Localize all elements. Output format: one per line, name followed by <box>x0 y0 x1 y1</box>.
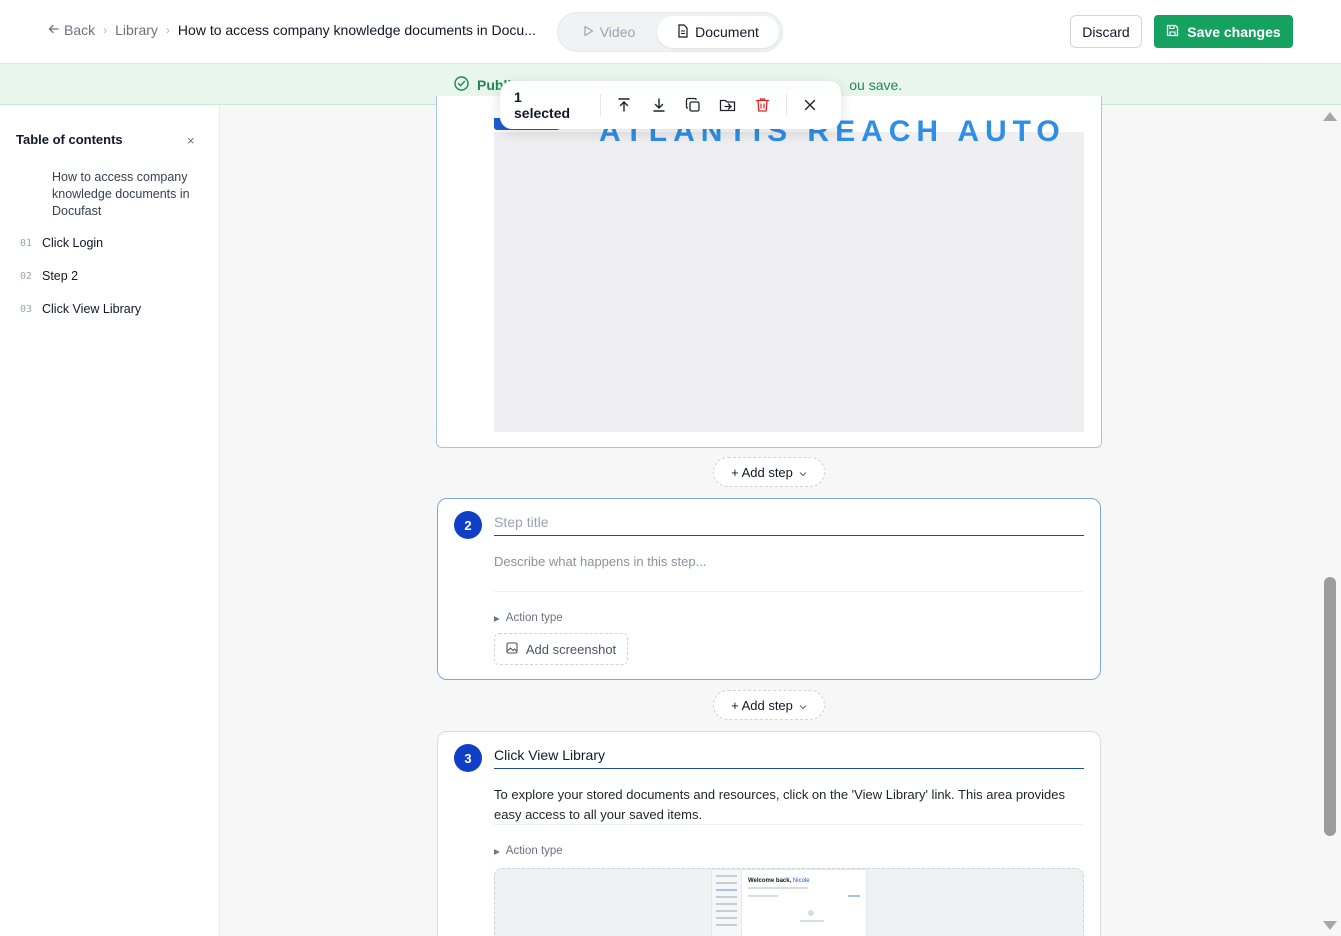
step-number-badge: 3 <box>454 744 482 772</box>
toc-item-label: Click Login <box>42 236 104 250</box>
toc-item-number: 02 <box>20 270 33 282</box>
thumbnail-line <box>848 895 860 897</box>
toc-close-button[interactable]: × <box>187 133 195 148</box>
step-description-input[interactable]: Describe what happens in this step... <box>494 552 1084 592</box>
discard-button[interactable]: Discard <box>1070 15 1142 48</box>
add-step-label: + Add step <box>731 464 793 480</box>
toc-item-1[interactable]: 01 Click Login <box>20 236 103 250</box>
thumbnail-line <box>748 895 778 897</box>
duplicate-icon[interactable] <box>679 90 707 120</box>
tab-document-label: Document <box>695 24 759 40</box>
back-link[interactable]: Back <box>48 22 95 38</box>
toc-item-3[interactable]: 03 Click View Library <box>20 302 141 316</box>
thumbnail-dot <box>808 910 814 916</box>
top-bar: Back › Library › How to access company k… <box>0 0 1341 64</box>
delete-icon[interactable] <box>748 90 776 120</box>
add-screenshot-label: Add screenshot <box>525 641 617 657</box>
tab-video-label: Video <box>599 24 636 40</box>
thumbnail-line <box>800 920 824 922</box>
view-toggle: Video Document <box>557 12 783 52</box>
caret-right-icon: ▸ <box>494 613 500 625</box>
document-icon <box>677 23 689 41</box>
scroll-up-icon[interactable] <box>1323 112 1337 121</box>
toc-item-2[interactable]: 02 Step 2 <box>20 269 78 283</box>
step-1-screenshot[interactable]: ATLANTIS REACH AUTO <box>494 96 1084 432</box>
play-icon <box>583 24 594 40</box>
toc-item-number: 03 <box>20 303 33 315</box>
step-title-input[interactable]: Step title <box>494 510 1084 536</box>
step-number-badge: 2 <box>454 511 482 539</box>
arrow-left-icon <box>48 22 60 38</box>
step-3-card[interactable]: 3 Click View Library To explore your sto… <box>437 731 1101 936</box>
scrollbar[interactable] <box>1320 105 1341 936</box>
selection-toolbar: 1 selected <box>500 81 841 129</box>
scrollbar-thumb[interactable] <box>1324 577 1336 836</box>
add-step-button[interactable]: + Add step <box>713 457 825 487</box>
step-2-card[interactable]: 2 Step title Describe what happens in th… <box>437 498 1101 680</box>
step-description-input[interactable]: To explore your stored documents and res… <box>494 785 1084 825</box>
chevron-down-icon <box>799 465 807 480</box>
check-circle-icon <box>454 76 469 94</box>
add-screenshot-button[interactable]: Add screenshot <box>494 633 628 665</box>
scroll-down-icon[interactable] <box>1323 921 1337 930</box>
action-type-toggle[interactable]: ▸ Action type <box>494 844 563 858</box>
step-title-input[interactable]: Click View Library <box>494 743 1084 769</box>
thumbnail-sidebar <box>712 870 742 936</box>
image-icon <box>506 641 518 657</box>
breadcrumb: Back › Library › How to access company k… <box>48 22 536 38</box>
selection-count: 1 selected <box>514 89 571 121</box>
step-1-card[interactable]: ATLANTIS REACH AUTO <box>436 96 1102 448</box>
toc-item-label: Step 2 <box>42 269 79 283</box>
add-step-label: + Add step <box>731 697 793 713</box>
toc-item-label: Click View Library <box>42 302 142 316</box>
toc-document-title[interactable]: How to access company knowledge document… <box>52 169 202 220</box>
chevron-down-icon <box>799 698 807 713</box>
action-type-label: Action type <box>505 612 563 624</box>
chevron-right-icon: › <box>165 23 170 37</box>
close-icon[interactable] <box>796 90 824 120</box>
toolbar-divider <box>785 94 787 116</box>
toc-title: Table of contents <box>16 132 123 147</box>
back-label: Back <box>64 22 96 38</box>
toolbar-divider <box>600 94 602 116</box>
save-changes-button[interactable]: Save changes <box>1154 15 1293 48</box>
action-type-label: Action type <box>505 845 563 857</box>
thumbnail-welcome-text: Welcome back, Nicole <box>748 878 810 884</box>
add-step-button[interactable]: + Add step <box>713 690 825 720</box>
caret-right-icon: ▸ <box>494 846 500 858</box>
save-icon <box>1166 24 1179 40</box>
save-changes-label: Save changes <box>1187 23 1281 40</box>
chevron-right-icon: › <box>103 23 108 37</box>
toc-item-number: 01 <box>20 237 33 249</box>
move-to-bottom-icon[interactable] <box>645 90 673 120</box>
tab-video[interactable]: Video <box>561 16 657 48</box>
screenshot-thumbnail: Welcome back, Nicole <box>711 869 867 936</box>
tab-document[interactable]: Document <box>657 16 779 48</box>
banner-tail-text: ou save. <box>849 77 903 93</box>
action-type-toggle[interactable]: ▸ Action type <box>494 611 563 625</box>
document-title: How to access company knowledge document… <box>177 22 536 38</box>
step-3-screenshot[interactable]: Welcome back, Nicole <box>494 868 1084 936</box>
thumbnail-line <box>748 887 808 889</box>
breadcrumb-library[interactable]: Library <box>115 22 158 38</box>
move-to-icon[interactable] <box>714 90 742 120</box>
move-to-top-icon[interactable] <box>610 90 638 120</box>
table-of-contents: Table of contents × How to access compan… <box>0 105 220 936</box>
